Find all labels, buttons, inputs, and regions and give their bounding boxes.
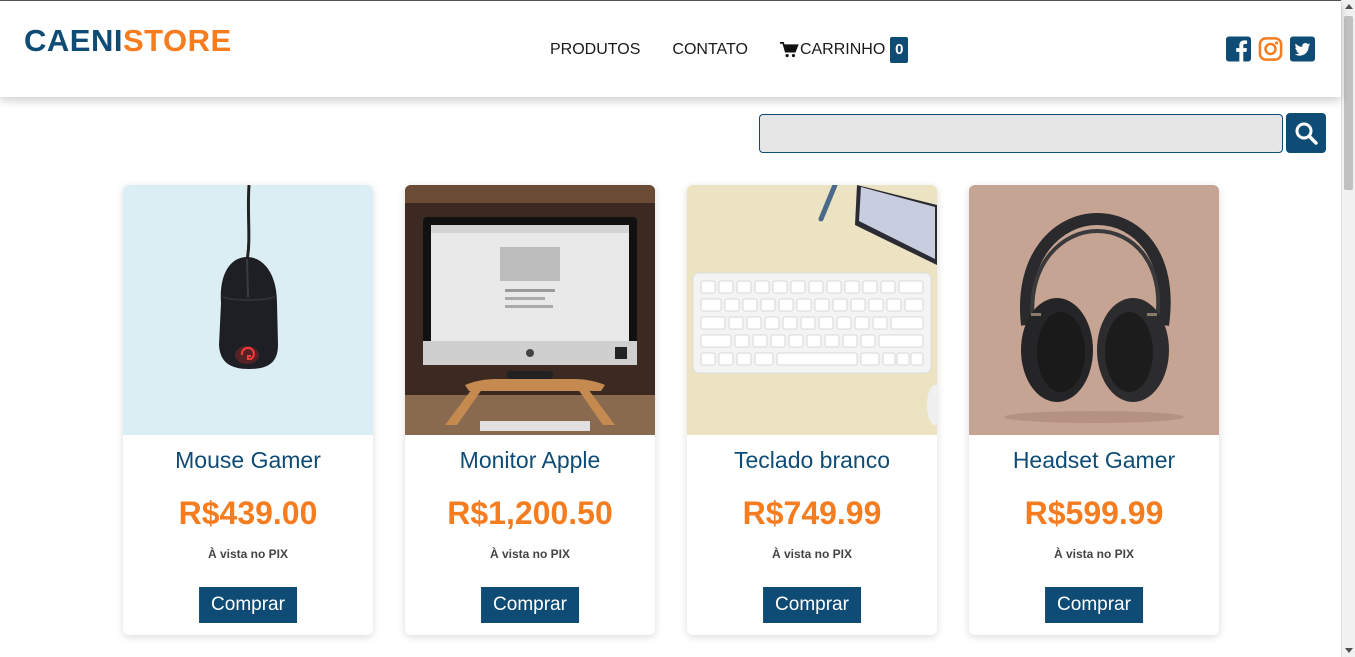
product-price: R$599.99 xyxy=(1024,495,1164,531)
buy-button[interactable]: Comprar xyxy=(199,587,297,623)
product-name[interactable]: Mouse Gamer xyxy=(123,447,373,474)
scroll-thumb[interactable] xyxy=(1344,16,1353,190)
logo-part1: CAENI xyxy=(24,23,123,58)
payment-note: À vista no PIX xyxy=(771,547,853,561)
cart-count-badge: 0 xyxy=(890,37,909,63)
main-nav: PRODUTOS CONTATO CARRINHO 0 xyxy=(550,37,909,63)
nav-cart[interactable]: CARRINHO 0 xyxy=(779,37,909,63)
search-input[interactable] xyxy=(759,114,1283,153)
nav-produtos[interactable]: PRODUTOS xyxy=(550,41,640,59)
buy-button[interactable]: Comprar xyxy=(481,587,579,623)
product-card: Teclado branco R$749.99 À vista no PIX C… xyxy=(687,185,937,635)
cart-icon xyxy=(779,42,799,58)
scroll-down-arrow-icon[interactable] xyxy=(1345,648,1353,653)
page-scrollbar[interactable] xyxy=(1341,0,1355,657)
buy-button[interactable]: Comprar xyxy=(1045,587,1143,623)
payment-note: À vista no PIX xyxy=(489,547,571,561)
nav-cart-label: CARRINHO xyxy=(799,41,886,58)
site-header: CAENISTORE PRODUTOS CONTATO CARRINHO 0 xyxy=(0,1,1341,97)
product-name[interactable]: Headset Gamer xyxy=(969,447,1219,474)
product-price: R$749.99 xyxy=(742,495,882,531)
product-image-monitor[interactable] xyxy=(405,185,655,435)
nav-contato[interactable]: CONTATO xyxy=(672,41,748,59)
social-links xyxy=(1226,36,1315,62)
twitter-icon[interactable] xyxy=(1290,36,1315,62)
payment-note: À vista no PIX xyxy=(1053,547,1135,561)
product-image-headset[interactable] xyxy=(969,185,1219,435)
product-name[interactable]: Monitor Apple xyxy=(405,447,655,474)
product-name[interactable]: Teclado branco xyxy=(687,447,937,474)
store-logo[interactable]: CAENISTORE xyxy=(24,23,232,59)
payment-note: À vista no PIX xyxy=(207,547,289,561)
product-price: R$1,200.50 xyxy=(447,495,613,531)
product-image-keyboard[interactable] xyxy=(687,185,937,435)
product-price: R$439.00 xyxy=(178,495,318,531)
search-button[interactable] xyxy=(1286,113,1326,153)
product-card: Headset Gamer R$599.99 À vista no PIX Co… xyxy=(969,185,1219,635)
product-card: Mouse Gamer R$439.00 À vista no PIX Comp… xyxy=(123,185,373,635)
product-card: Monitor Apple R$1,200.50 À vista no PIX … xyxy=(405,185,655,635)
facebook-icon[interactable] xyxy=(1226,36,1251,62)
logo-part2: STORE xyxy=(122,23,232,58)
product-image-mouse[interactable] xyxy=(123,185,373,435)
instagram-icon[interactable] xyxy=(1258,36,1283,62)
buy-button[interactable]: Comprar xyxy=(763,587,861,623)
scroll-up-arrow-icon[interactable] xyxy=(1345,4,1353,9)
product-grid: Mouse Gamer R$439.00 À vista no PIX Comp… xyxy=(123,185,1219,635)
search-icon xyxy=(1295,122,1318,145)
